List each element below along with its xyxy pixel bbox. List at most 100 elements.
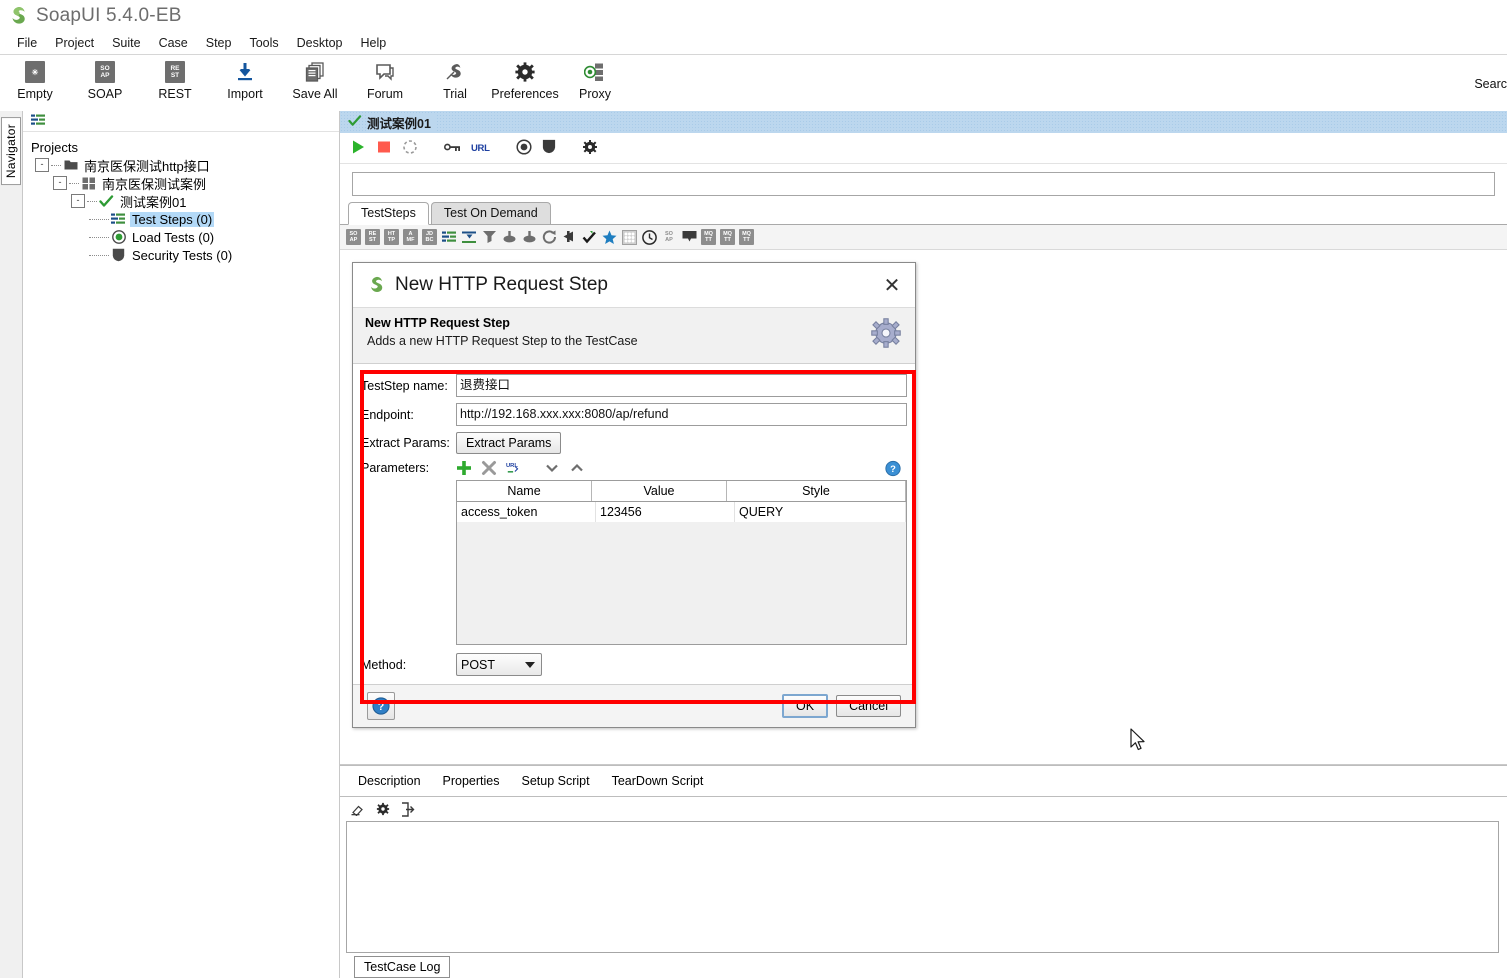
url-param-icon[interactable]: URL [506, 460, 522, 476]
bottom-tabstrip: TestCase Log [340, 953, 1507, 978]
add-groovy-script-icon[interactable] [501, 229, 517, 245]
column-header-style[interactable]: Style [727, 481, 906, 501]
empty-project-icon: ✳ [25, 59, 45, 85]
options-gear-icon[interactable] [582, 139, 598, 158]
loop-icon[interactable] [402, 139, 418, 158]
add-mqtt-publish-icon[interactable]: MQ TT [701, 229, 716, 245]
tree-twisty[interactable]: - [71, 194, 85, 208]
trial-icon [444, 59, 466, 85]
cell-value[interactable]: 123456 [596, 502, 735, 522]
toolbar-soap-button[interactable]: SO AP SOAP [70, 55, 140, 101]
sidebar-item-test-steps[interactable]: Test Steps (0) [27, 210, 339, 228]
add-http-request-icon[interactable]: HT TP [384, 229, 399, 245]
toolbar-trial-button[interactable]: Trial [420, 55, 490, 101]
testcase-check-icon [99, 194, 114, 209]
cell-name[interactable]: access_token [457, 502, 596, 522]
loadtest-icon[interactable] [516, 138, 532, 158]
tree-item-testcase[interactable]: - 测试案例01 [27, 192, 339, 210]
tree-item-testsuite[interactable]: - 南京医保测试案例 [27, 174, 339, 192]
parameters-label: Parameters: [361, 461, 430, 475]
add-datagen-icon[interactable] [601, 229, 617, 245]
add-mock-response-icon[interactable]: SO AP [661, 229, 677, 245]
tree-twisty[interactable]: - [53, 176, 67, 190]
extract-params-label: Extract Params: [361, 436, 450, 450]
stop-icon[interactable] [376, 139, 392, 158]
toolbar-proxy-button[interactable]: Proxy [560, 55, 630, 101]
menu-step[interactable]: Step [197, 36, 241, 50]
move-down-icon[interactable] [544, 460, 560, 476]
add-datasource-icon[interactable] [561, 229, 577, 245]
menu-suite[interactable]: Suite [103, 36, 150, 50]
subtab-teardown-script[interactable]: TearDown Script [612, 774, 704, 788]
tree-twisty[interactable]: - [35, 158, 49, 172]
delete-param-icon[interactable] [481, 460, 497, 476]
add-groovy-script-2-icon[interactable] [521, 229, 537, 245]
menu-tools[interactable]: Tools [240, 36, 287, 50]
menu-file[interactable]: File [8, 36, 46, 50]
testcase-log-area[interactable] [346, 821, 1499, 953]
tree-root: Projects [27, 138, 339, 156]
search-label[interactable]: Searc [1474, 77, 1507, 91]
add-mqtt-drop-icon[interactable]: MQ TT [739, 229, 754, 245]
subtab-properties[interactable]: Properties [443, 774, 500, 788]
close-icon[interactable]: ✕ [879, 273, 905, 298]
add-jdbc-request-icon[interactable]: JD BC [422, 229, 437, 245]
add-assertion-icon[interactable] [581, 229, 597, 245]
add-rest-request-icon[interactable]: RE ST [365, 229, 380, 245]
column-header-value[interactable]: Value [592, 481, 727, 501]
toolbar-empty-button[interactable]: ✳ Empty [0, 55, 70, 101]
endpoint-input[interactable]: http://192.168.xxx.xxx:8080/ap/refund [456, 403, 907, 426]
add-properties-icon[interactable] [441, 229, 457, 245]
column-header-name[interactable]: Name [457, 481, 592, 501]
add-soap-request-icon[interactable]: SO AP [346, 229, 361, 245]
help-icon[interactable]: ? [885, 460, 901, 476]
export-log-icon[interactable] [400, 801, 416, 817]
ok-button[interactable]: OK [782, 694, 829, 718]
menu-project[interactable]: Project [46, 36, 103, 50]
cancel-button[interactable]: Cancel [836, 695, 901, 717]
project-folder-icon [63, 158, 78, 173]
parameters-table[interactable]: Name Value Style access_token 123456 QUE… [456, 480, 907, 645]
subtab-setup-script[interactable]: Setup Script [522, 774, 590, 788]
method-select[interactable]: POST [456, 653, 542, 676]
proxy-icon [584, 59, 606, 85]
add-wait-icon[interactable] [641, 229, 657, 245]
toolbar-preferences-button[interactable]: Preferences [490, 55, 560, 101]
add-manual-teststep-icon[interactable] [681, 229, 697, 245]
menu-help[interactable]: Help [352, 36, 396, 50]
subtab-description[interactable]: Description [358, 774, 421, 788]
add-param-icon[interactable] [456, 460, 472, 476]
toolbar-rest-button[interactable]: RE ST REST [140, 55, 210, 101]
table-row[interactable]: access_token 123456 QUERY [457, 502, 906, 522]
add-conditional-goto-icon[interactable] [481, 229, 497, 245]
tab-test-on-demand[interactable]: Test On Demand [430, 202, 551, 224]
sidebar-item-load-tests[interactable]: Load Tests (0) [27, 228, 339, 246]
extract-params-button[interactable]: Extract Params [456, 432, 562, 454]
toolbar-import-button[interactable]: Import [210, 55, 280, 101]
tree-item-project[interactable]: - 南京医保测试http接口 [27, 156, 339, 174]
app-title: SoapUI 5.4.0-EB [36, 5, 182, 26]
teststep-name-input[interactable]: 退费接口 [456, 374, 907, 397]
url-icon[interactable]: URL [471, 143, 490, 154]
tab-testcase-log[interactable]: TestCase Log [354, 956, 451, 978]
menu-desktop[interactable]: Desktop [288, 36, 352, 50]
clear-log-icon[interactable] [350, 801, 366, 817]
run-icon[interactable] [350, 139, 366, 158]
cell-style[interactable]: QUERY [735, 502, 906, 522]
securitytest-icon[interactable] [542, 139, 556, 157]
navigator-tab[interactable]: Navigator [1, 117, 21, 186]
add-datasink-icon[interactable] [621, 229, 637, 245]
sidebar-item-security-tests[interactable]: Security Tests (0) [27, 246, 339, 264]
move-up-icon[interactable] [569, 460, 585, 476]
log-settings-gear-icon[interactable] [375, 801, 391, 817]
menu-case[interactable]: Case [150, 36, 197, 50]
add-property-transfer-icon[interactable] [461, 229, 477, 245]
add-amf-request-icon[interactable]: A MF [403, 229, 418, 245]
help-icon[interactable]: ? [367, 692, 395, 720]
toolbar-save-all-button[interactable]: Save All [280, 55, 350, 101]
toolbar-forum-button[interactable]: Forum [350, 55, 420, 101]
properties-icon[interactable] [444, 140, 461, 157]
tab-teststeps[interactable]: TestSteps [348, 202, 429, 225]
add-mqtt-receive-icon[interactable]: MQ TT [720, 229, 735, 245]
add-delay-icon[interactable] [541, 229, 557, 245]
